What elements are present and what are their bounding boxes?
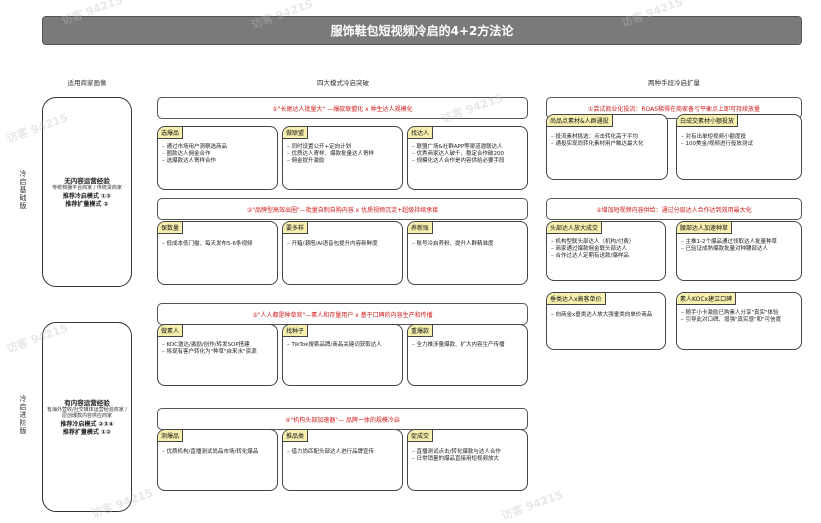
card-title: 养新账 <box>408 222 434 234</box>
card-title: 促成交 <box>408 430 434 442</box>
card-title: 垂类达人x高客单价 <box>547 293 606 305</box>
card-title: 做素人 <box>158 325 184 337</box>
watermark: 访客 94215 <box>499 488 565 523</box>
mode-1-card-find-creators: 找达人 – 联盟广场&社群APP等渠道邀联达人 – 优秀商家达人破千、稳定合作破… <box>407 126 528 190</box>
scale-2-card-head-creators: 头部达人放大成交 – 机构型联头部达人（机构/付费） – 商家通过爆款佣金联头部… <box>546 221 666 281</box>
profile-rec-startup: 推荐冷启模式 ②③④ <box>60 420 114 428</box>
mode-4-banner: ④"机构头部加速器"— 品牌一体的规模冷启 <box>157 408 528 430</box>
card-line: – 账号冷启养粉、提升人群精准度 <box>412 241 494 247</box>
mode-4-card-category: 推品类 – 借力尚匹配头部达人进行品牌宣传 <box>282 429 403 491</box>
mode-4-card-conversion: 促成交 – 直播测试点击/转化爆款与达人合作 – 日常销量的爆品直接用短视频放大 <box>407 429 528 491</box>
profile-rec-startup: 推荐冷启模式 ①③ <box>62 192 112 200</box>
card-line: – 将现有客户转化为"种草"自来水"资源 <box>162 349 257 356</box>
mode-3-card-koc: 做素人 – KOC邀达/激励/创作/转发SOP搭建 – 将现有客户转化为"种草"… <box>157 324 278 386</box>
side-label-advanced: 冷启进阶版 <box>19 395 27 435</box>
card-line: – 合作过达人定期有送款/爆样品 <box>551 253 629 260</box>
card-line: – 借力尚匹配头部达人进行品牌宣传 <box>287 449 374 455</box>
card-title: 测爆品 <box>158 430 184 442</box>
card-title: 尚品点素材&人群通投 <box>547 115 613 127</box>
card-line: – 100美金/视频进行投放测试 <box>681 141 753 148</box>
scale-1-card-small-budget: 白成交素材小额投放 – 对有出单短视频小额度投 – 100美金/视频进行投放测试 <box>676 114 802 180</box>
card-title: 保数量 <box>158 222 184 234</box>
scale-2-card-mid-creators: 腰部达人加速种草 – 主推1-2个爆品通过领取达人批量种草 – 已验证成熟爆款批… <box>676 221 802 281</box>
profile-rec-scale: 推荐扩量模式 ①② <box>62 429 112 436</box>
card-line: – 低成本低门槛、每天发布5-6条视频 <box>162 241 253 247</box>
scale-2-card-vertical-creators: 垂类达人x高客单价 – 向商金x垂类达人放大强垂类向单价商品 <box>546 292 666 350</box>
card-title: 要多样 <box>283 222 309 234</box>
card-line: – 通投实现尚转化素材用户触达最大化 <box>551 141 644 148</box>
card-line: – 引导此对口碑、增强"真实感"和"可信度 <box>681 317 782 324</box>
side-label-basic: 冷启基础版 <box>19 170 27 210</box>
col-head-left: 适用商家画像 <box>67 79 107 87</box>
card-line: – 规模化达人合作是内容供给必要手段 <box>412 158 505 165</box>
card-title: 素人KOCx建立口碑 <box>677 293 737 305</box>
mode-2-card-new-account: 养新账 – 账号冷启养粉、提升人群精准度 <box>407 221 528 285</box>
card-line: – 已验证成熟爆款批量对种腰部达人 <box>681 246 768 253</box>
card-line: – 日常销量的爆品直接用短视频放大 <box>412 456 499 463</box>
scale-2-card-koc-reputation: 素人KOCx建立口碑 – 随手小卡激励已购素人分享"真实"体验 – 引导此对口碑… <box>676 292 802 350</box>
card-line: – TikTok搜索品牌/商品关键词获取达人 <box>287 342 382 348</box>
card-line: – 全力推涉量爆款、扩大内容生产传播 <box>412 342 505 348</box>
scale-1-card-broad-targeting: 尚品点素材&人群通投 – 投流素材挑选：点击转化高于平均 – 通投实现尚转化素材… <box>546 114 668 180</box>
card-title: 重爆款 <box>408 325 434 337</box>
mode-2-card-variety: 要多样 – 开箱/潮搭/AI语音包提升内容新鲜度 <box>282 221 403 285</box>
profile-title: 有内容运营经验 <box>64 398 110 407</box>
card-line: – 开箱/潮搭/AI语音包提升内容新鲜度 <box>287 241 378 247</box>
mode-2-banner: ②"品牌型高效出圈"—批量自制自购内容 x 优质视频沉淀+超级持续承接 <box>157 198 528 220</box>
scale-2-banner: ②增加短视频内容供给：通过分层达人合作达到效用最大化 <box>546 198 802 220</box>
mode-2-card-quantity: 保数量 – 低成本低门槛、每天发布5-6条视频 <box>157 221 278 285</box>
merchant-profile-advanced: 有内容运营经验 有海外营收/社交媒体运营经验商家 / 原创爆款内容供应商家 推荐… <box>42 322 132 512</box>
card-title: 头部达人放大成交 <box>547 222 603 234</box>
col-head-mid: 四大模式冷启突破 <box>317 79 369 87</box>
profile-title: 无内容运营经验 <box>64 176 110 185</box>
profile-subtitle: 传统档播平台商家 / 传统货商家 <box>52 184 122 191</box>
mode-3-card-seeds: 找种子 – TikTok搜索品牌/商品关键词获取达人 <box>282 324 403 386</box>
card-title: 白成交素材小额投放 <box>677 115 739 127</box>
merchant-profile-basic: 无内容运营经验 传统档播平台商家 / 传统货商家 推荐冷启模式 ①③ 推荐扩量模… <box>42 97 132 287</box>
mode-1-card-alliance: 做联盟 – 同时设置公开+定向计划 – 优质达人寄样、爆款批量达人寄样 – 佣金… <box>282 126 403 190</box>
mode-3-banner: ③"人人都是种草官"—素人和存量用户 x 基于口碑的内容生产和传播 <box>157 303 528 325</box>
card-line: – 优质机构/直播测试尚品市场/转化爆品 <box>162 449 259 455</box>
mode-4-card-test-hot: 测爆品 – 优质机构/直播测试尚品市场/转化爆品 <box>157 429 278 491</box>
card-line: – 佣金提升激励 <box>287 158 325 165</box>
mode-1-banner: ①"长尾达人批量大" —爆款联盟化 x 种生达人规模化 <box>157 97 528 119</box>
card-title: 找达人 <box>408 127 434 139</box>
profile-rec-scale: 推荐扩量模式 ② <box>65 201 109 208</box>
card-title: 选爆品 <box>158 127 184 139</box>
card-title: 推品类 <box>283 430 309 442</box>
card-line: – 向商金x垂类达人放大强垂类向单价商品 <box>551 312 653 318</box>
card-line: – 选爆款达人寄样合作 <box>162 158 216 165</box>
page-title: 服饰鞋包短视频冷启的4+2方法论 <box>42 16 802 45</box>
mode-1-card-select-hot: 选爆品 – 通过市场用户洞察选商品 – 圈款达人佣金合作 – 选爆款达人寄样合作 <box>157 126 278 190</box>
card-title: 做联盟 <box>283 127 309 139</box>
mode-3-card-hot-items: 重爆款 – 全力推涉量爆款、扩大内容生产传播 <box>407 324 528 386</box>
profile-subtitle: 有海外营收/社交媒体运营经验商家 / 原创爆款内容供应商家 <box>47 406 127 419</box>
card-title: 找种子 <box>283 325 309 337</box>
card-title: 腰部达人加速种草 <box>677 222 733 234</box>
col-head-right: 两种手段冷启扩量 <box>648 79 700 87</box>
